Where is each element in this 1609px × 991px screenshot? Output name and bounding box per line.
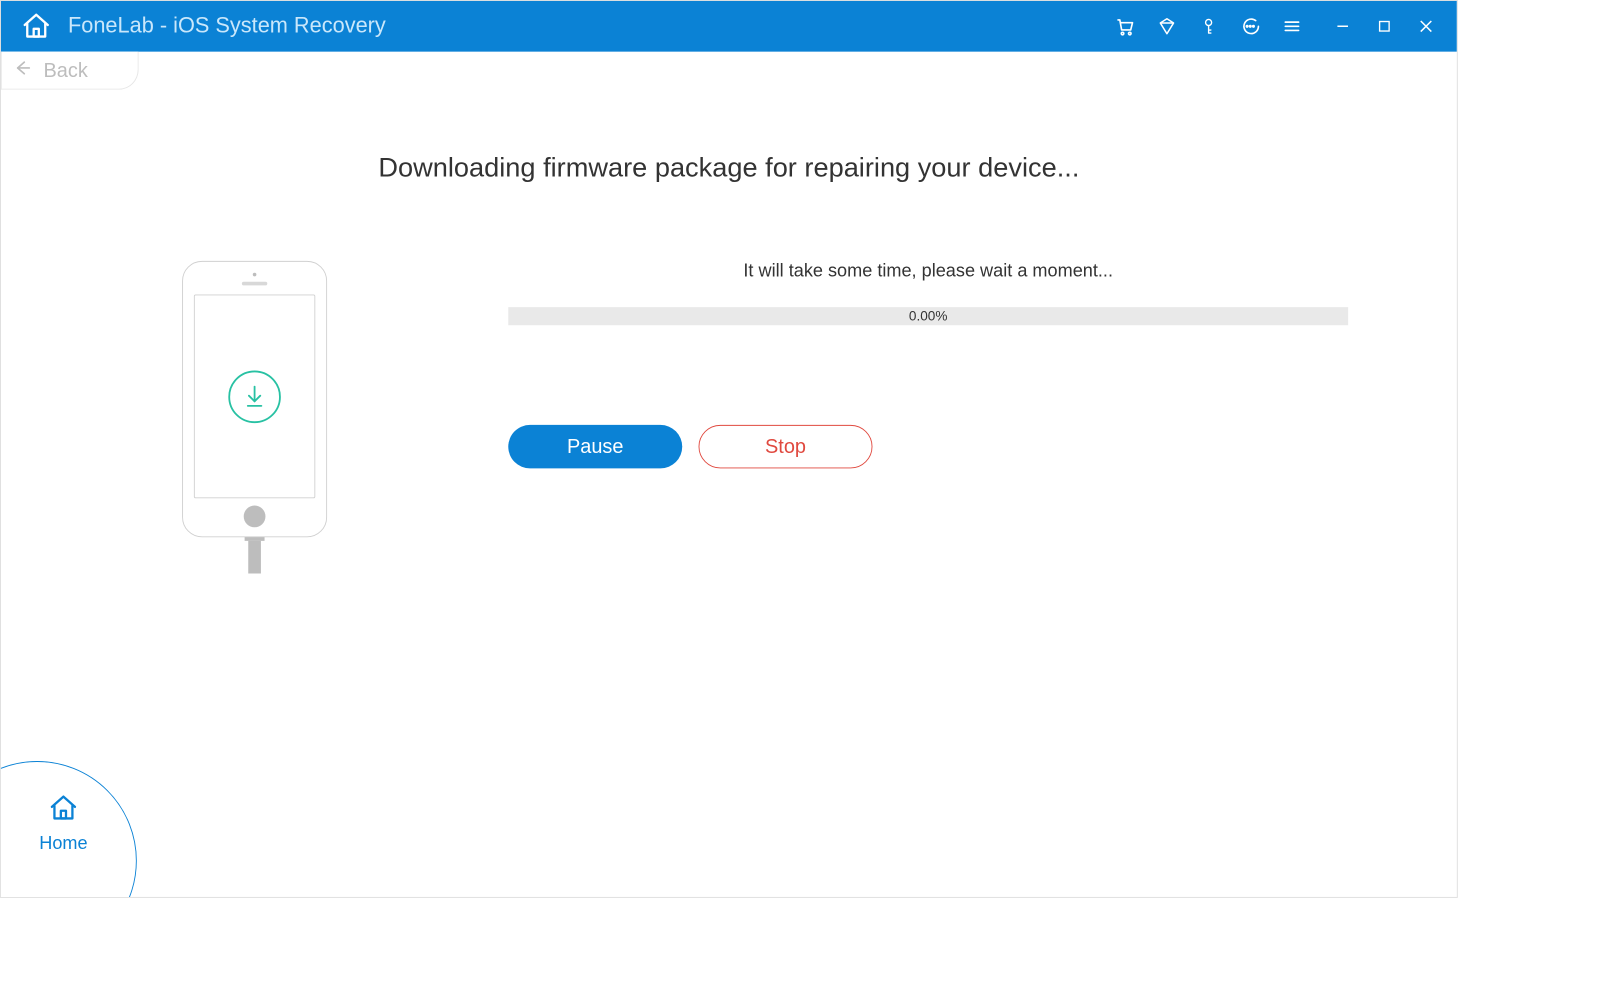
stop-button[interactable]: Stop bbox=[699, 425, 873, 468]
download-icon bbox=[228, 370, 281, 423]
minimize-icon[interactable] bbox=[1332, 15, 1354, 37]
app-window: FoneLab - iOS System Recovery bbox=[0, 0, 1458, 898]
phone-screen bbox=[194, 294, 315, 498]
home-label: Home bbox=[39, 834, 87, 855]
cart-icon[interactable] bbox=[1114, 15, 1136, 37]
window-controls bbox=[1332, 15, 1437, 37]
maximize-icon[interactable] bbox=[1373, 15, 1395, 37]
back-label: Back bbox=[43, 58, 87, 82]
status-column: It will take some time, please wait a mo… bbox=[508, 261, 1457, 574]
button-row: Pause Stop bbox=[508, 425, 1348, 468]
progress-percent: 0.00% bbox=[909, 308, 948, 323]
page-heading: Downloading firmware package for repairi… bbox=[1, 153, 1457, 184]
phone-body-icon bbox=[182, 261, 327, 537]
diamond-icon[interactable] bbox=[1156, 15, 1178, 37]
titlebar-right bbox=[1114, 15, 1437, 37]
feedback-icon[interactable] bbox=[1239, 15, 1261, 37]
key-icon[interactable] bbox=[1198, 15, 1220, 37]
titlebar-left: FoneLab - iOS System Recovery bbox=[21, 11, 386, 42]
home-icon bbox=[48, 793, 79, 828]
phone-illustration bbox=[182, 261, 327, 574]
menu-icon[interactable] bbox=[1281, 15, 1303, 37]
cable-icon bbox=[248, 541, 261, 574]
phone-home-button-icon bbox=[244, 506, 266, 528]
app-title: FoneLab - iOS System Recovery bbox=[68, 14, 386, 39]
wait-message: It will take some time, please wait a mo… bbox=[508, 261, 1348, 282]
close-icon[interactable] bbox=[1415, 15, 1437, 37]
phone-illustration-col bbox=[1, 261, 508, 574]
app-logo-icon bbox=[21, 11, 52, 42]
back-button[interactable]: Back bbox=[1, 52, 139, 90]
main-content: Downloading firmware package for repairi… bbox=[1, 90, 1457, 897]
back-arrow-icon bbox=[13, 58, 33, 82]
pause-button[interactable]: Pause bbox=[508, 425, 682, 468]
body-row: It will take some time, please wait a mo… bbox=[1, 261, 1457, 574]
progress-bar: 0.00% bbox=[508, 307, 1348, 325]
titlebar: FoneLab - iOS System Recovery bbox=[1, 1, 1457, 52]
